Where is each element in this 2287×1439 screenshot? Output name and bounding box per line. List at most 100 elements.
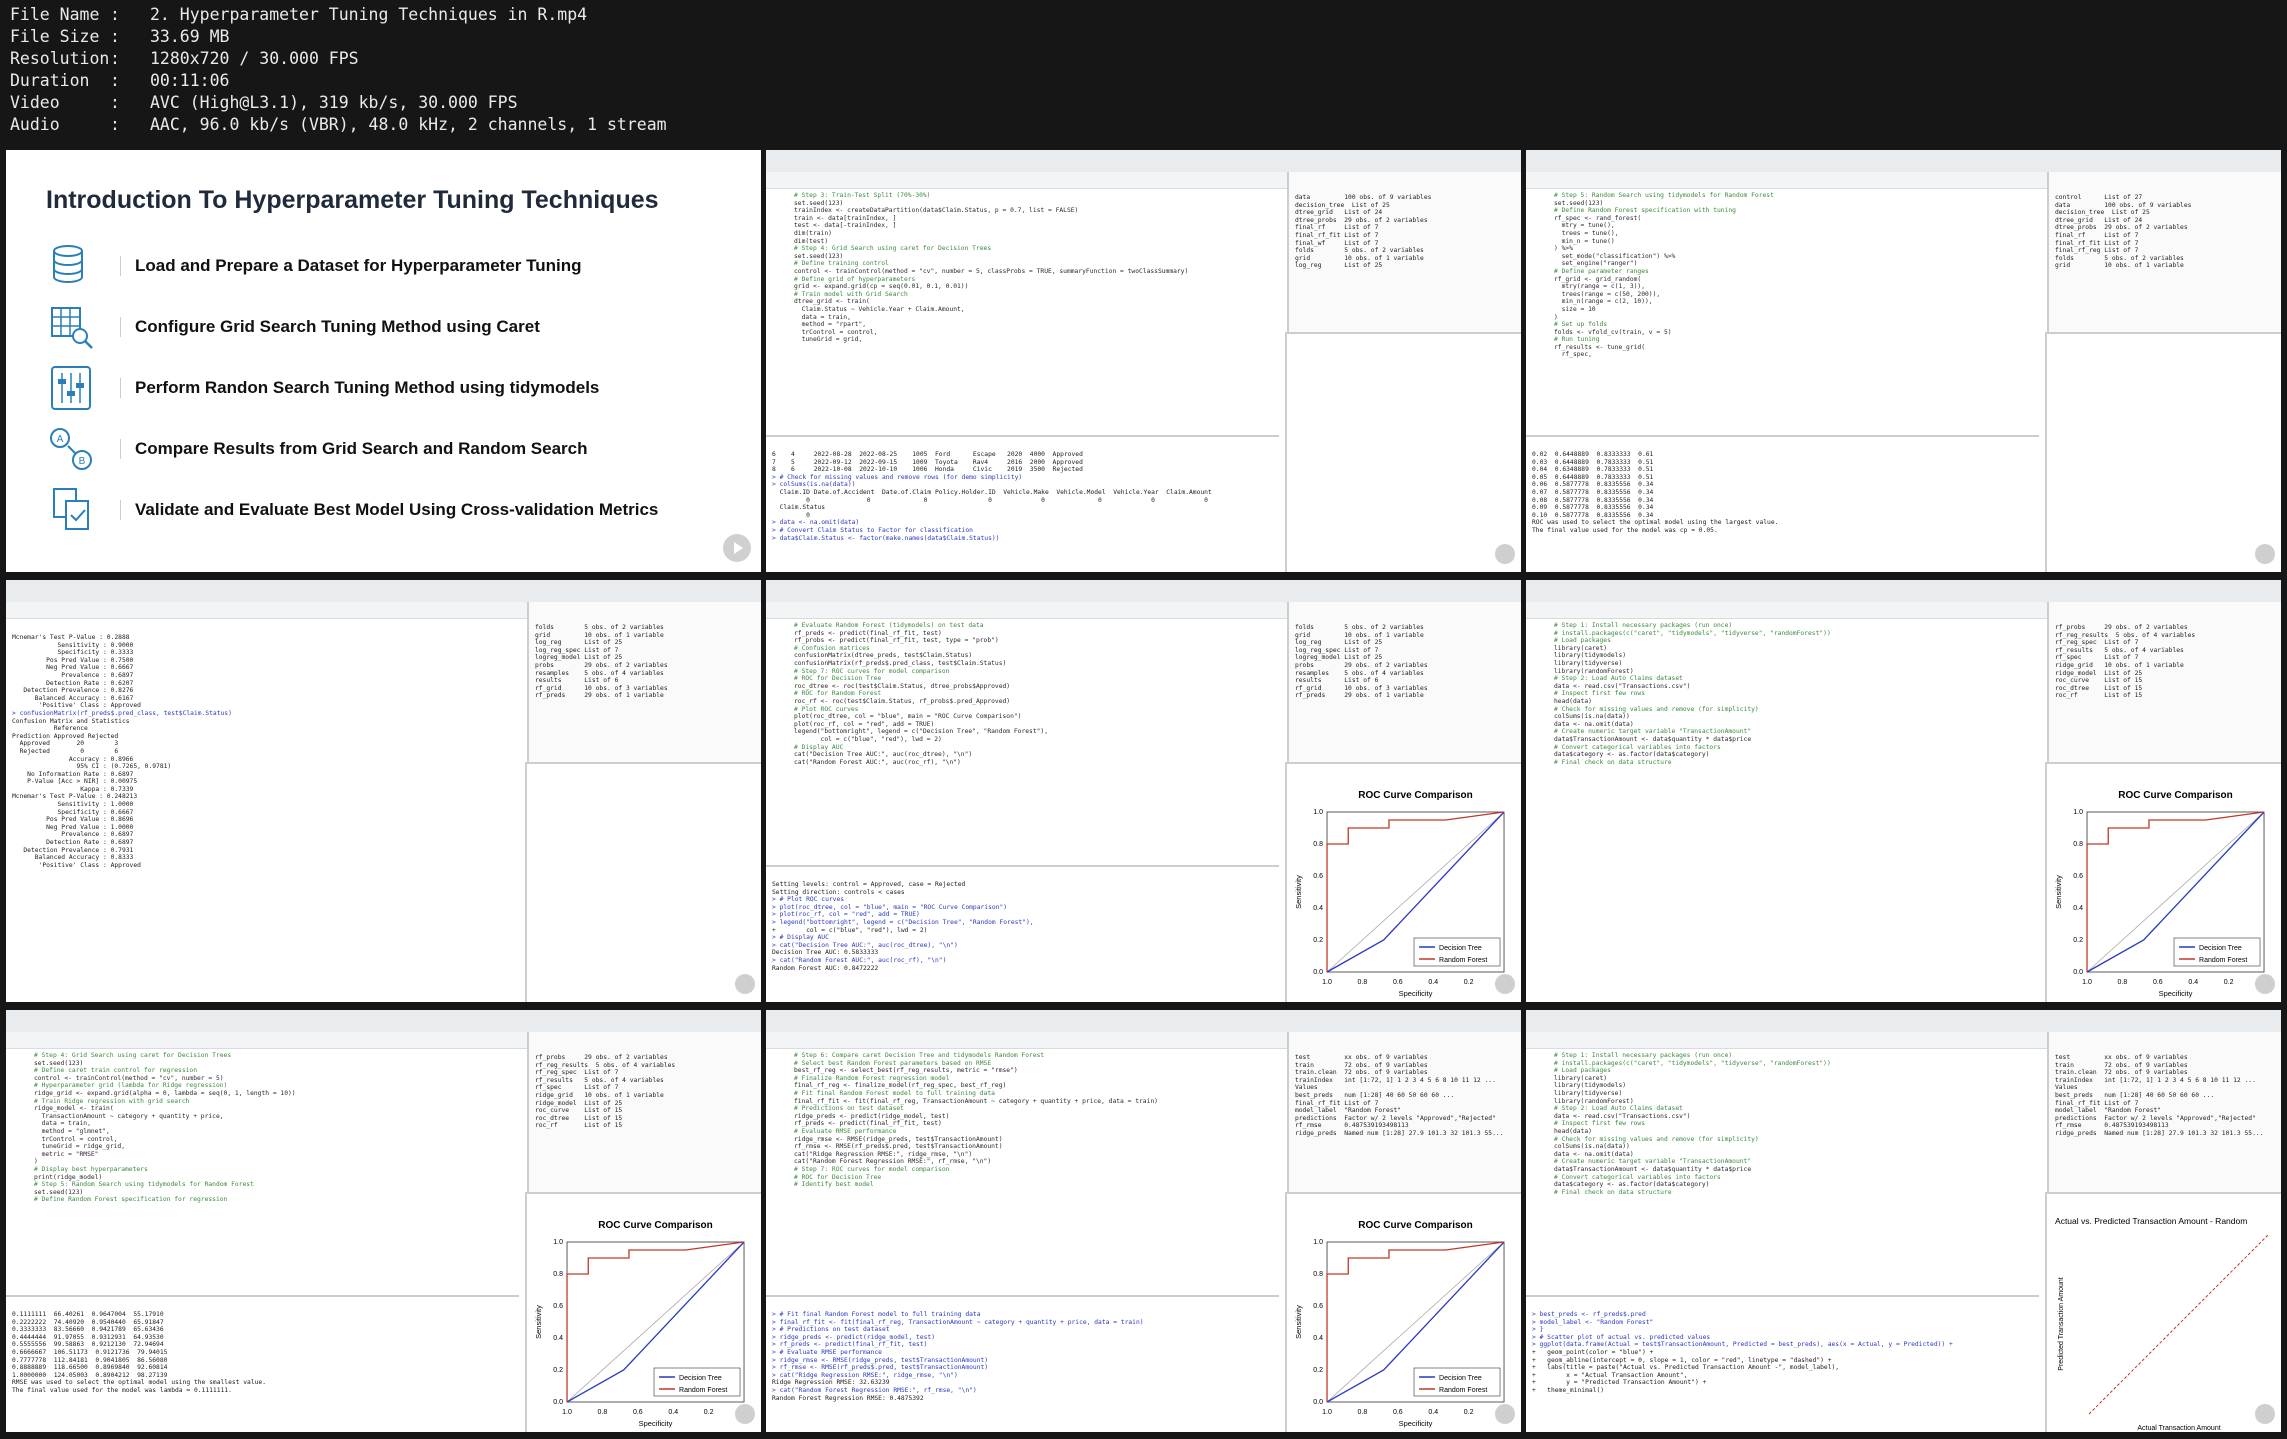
text-line: 0.03 0.6448889 0.7833333 0.51 (1532, 458, 1654, 466)
text-line: No Information Rate : 0.6897 (12, 770, 134, 778)
rstudio-toolbar[interactable] (6, 580, 761, 603)
rstudio-toolbar[interactable] (766, 580, 1521, 603)
text-line: trainIndex int [1:72, 1] 1 2 3 4 5 6 8 1… (2054, 1076, 2256, 1084)
play-icon[interactable] (735, 1404, 755, 1424)
code-editor[interactable]: # Step 5: Random Search using tidymodels… (1526, 190, 2039, 430)
y-tick-label: 1.0 (2073, 809, 2083, 816)
console-pane[interactable]: > best_preds <- rf_preds$.pred > model_la… (1526, 1295, 2040, 1432)
text-line: test xx obs. of 9 variables (2054, 1054, 2188, 1061)
editor-tabs[interactable] (766, 172, 1295, 189)
editor-tabs[interactable] (766, 602, 1295, 619)
text-line: data 100 obs. of 9 variables (1294, 194, 1432, 201)
text-line: ) (34, 1158, 38, 1166)
text-line: # Step 4: Grid Search using caret for De… (34, 1052, 232, 1059)
text-line: ridge_rmse <- RMSE(ridge_preds, test$Tra… (794, 1135, 1003, 1143)
code-editor[interactable]: # Step 1: Install necessary packages (ru… (1526, 620, 2039, 860)
text-line: # Inspect first few rows (1554, 690, 1645, 698)
text-line: dim(test) (794, 237, 829, 245)
text-line: > # Evaluate RMSE performance (772, 1348, 882, 1356)
text-line: library(randomForest) (1554, 1097, 1634, 1105)
play-icon[interactable] (723, 534, 751, 562)
text-line: # Create numeric target variable "Transa… (1554, 728, 1752, 736)
info-row: Resolution: 1280x720 / 30.000 FPS (10, 48, 2277, 70)
play-icon[interactable] (1495, 1404, 1515, 1424)
console-pane[interactable]: 0.1111111 66.40261 0.9647004 55.17910 0.2… (6, 1295, 520, 1432)
text-line: > # Fit final Random Forest model to ful… (772, 1311, 981, 1318)
environment-pane[interactable]: folds 5 obs. of 2 variables grid 10 obs. … (526, 602, 761, 762)
text-line: Accuracy : 0.8966 (12, 755, 134, 763)
text-line: test xx obs. of 9 variables (1294, 1054, 1428, 1061)
x-tick-label: 0.4 (1428, 1409, 1438, 1416)
text-line: 0.5555556 99.58863 0.9212130 72.94694 (12, 1341, 164, 1349)
code-editor[interactable]: # Step 6: Compare caret Decision Tree an… (766, 1050, 1279, 1290)
text-line: tuneGrid = grid, (794, 336, 863, 344)
rstudio-toolbar[interactable] (1526, 150, 2281, 173)
text-line: 1.0000000 124.05003 0.8904212 98.27139 (12, 1371, 168, 1379)
text-line: mtry(range = c(1, 3)), (1554, 283, 1645, 291)
console-pane[interactable]: Mcnemar's Test P-Value : 0.2888 Sensitiv… (6, 620, 519, 1002)
text-line: 0.10 0.5877778 0.8335556 0.34 (1532, 511, 1654, 519)
plots-pane: ROC Curve Comparison 1.0 0.8 0.6 0.4 0.2 0.0 0.… (1284, 762, 1521, 1002)
text-line: + geom_point(color = "blue") + (1532, 1348, 1654, 1356)
console-pane[interactable]: > # Fit final Random Forest model to ful… (766, 1295, 1280, 1432)
text-line: # Step 4: Grid Search using caret for De… (794, 245, 992, 253)
text-line: set.seed(123) (794, 199, 844, 207)
database-icon (46, 241, 96, 291)
text-line: rf_preds <- predict(final_rf_fit, test) (794, 629, 942, 637)
environment-pane[interactable]: data 100 obs. of 9 variables decision_tre… (1286, 172, 1521, 332)
y-axis-label: Predicted Transaction Amount (2058, 1277, 2065, 1370)
slide-title: Introduction To Hyperparameter Tuning Te… (46, 186, 659, 214)
editor-tabs[interactable] (6, 602, 535, 619)
y-tick-label: 0.6 (1313, 1303, 1323, 1310)
console-pane[interactable]: Setting levels: control = Approved, case… (766, 865, 1280, 1002)
environment-pane[interactable]: control List of 27 data 100 obs. of 9 var… (2046, 172, 2281, 332)
editor-tabs[interactable] (1526, 602, 2055, 619)
text-line: grid 10 obs. of 1 variable (2054, 262, 2184, 270)
environment-pane[interactable]: folds 5 obs. of 2 variables grid 10 obs. … (1286, 602, 1521, 762)
rstudio-toolbar[interactable] (766, 150, 1521, 173)
rstudio-toolbar[interactable] (766, 1010, 1521, 1033)
x-tick-label: 1.0 (562, 1409, 572, 1416)
rstudio-toolbar[interactable] (1526, 580, 2281, 603)
editor-tabs[interactable] (766, 1032, 1295, 1049)
text-line: decision_tree List of 25 (1294, 201, 1390, 209)
play-icon[interactable] (2255, 544, 2275, 564)
y-axis-label: Sensitivity (1294, 1305, 1303, 1339)
play-icon[interactable] (1495, 974, 1515, 994)
text-line: dtree_probs 29 obs. of 2 variables (1294, 216, 1428, 224)
text-line: log_reg List of 25 (534, 639, 623, 647)
x-tick-label: 1.0 (2082, 979, 2092, 986)
text-line: dtree_probs 29 obs. of 2 variables (2054, 224, 2188, 232)
x-tick-label: 0.2 (1464, 979, 1474, 986)
y-tick-label: 0.4 (2073, 905, 2083, 912)
editor-tabs[interactable] (1526, 1032, 2055, 1049)
console-pane[interactable]: 6 4 2022-08-28 2022-08-25 1005 Ford Esca… (766, 435, 1280, 572)
play-icon[interactable] (2255, 1404, 2275, 1424)
text-line: train.clean 72 obs. of 9 variables (2054, 1069, 2188, 1077)
environment-pane[interactable]: test xx obs. of 9 variables train 72 obs.… (2046, 1032, 2281, 1192)
code-editor[interactable]: # Step 4: Grid Search using caret for De… (6, 1050, 519, 1290)
text-line: min_n = tune() (1554, 237, 1615, 245)
play-icon[interactable] (1495, 544, 1515, 564)
y-tick-label: 0.6 (553, 1303, 563, 1310)
rstudio-toolbar[interactable] (1526, 1010, 2281, 1033)
text-line: # Load packages (1554, 1067, 1611, 1075)
play-icon[interactable] (735, 974, 755, 994)
environment-pane[interactable]: test xx obs. of 9 variables train 72 obs.… (1286, 1032, 1521, 1192)
play-icon[interactable] (2255, 974, 2275, 994)
chart-title: Actual vs. Predicted Transaction Amount … (2055, 1216, 2247, 1226)
code-editor[interactable]: # Step 1: Install necessary packages (ru… (1526, 1050, 2039, 1290)
code-editor[interactable]: # Step 3: Train-Test Split (70%-30%) set.… (766, 190, 1279, 430)
text-line: rf_spec <- rand_forest( (1554, 214, 1642, 222)
text-line: set.seed(123) (34, 1188, 84, 1196)
text-line: trControl = control, (34, 1135, 118, 1143)
text-line: final_rf List of 7 (1294, 224, 1379, 232)
console-pane[interactable]: 0.02 0.6448889 0.8333333 0.61 0.03 0.6448… (1526, 435, 2040, 572)
editor-tabs[interactable] (6, 1032, 535, 1049)
environment-pane[interactable]: rf_probs 29 obs. of 2 variables rf_reg_re… (526, 1032, 761, 1192)
code-editor[interactable]: # Evaluate Random Forest (tidymodels) on… (766, 620, 1279, 860)
editor-tabs[interactable] (1526, 172, 2055, 189)
text-line: 0.2222222 74.40920 0.9540440 65.91847 (12, 1318, 164, 1326)
environment-pane[interactable]: rf_probs 29 obs. of 2 variables rf_reg_re… (2046, 602, 2281, 762)
rstudio-toolbar[interactable] (6, 1010, 761, 1033)
